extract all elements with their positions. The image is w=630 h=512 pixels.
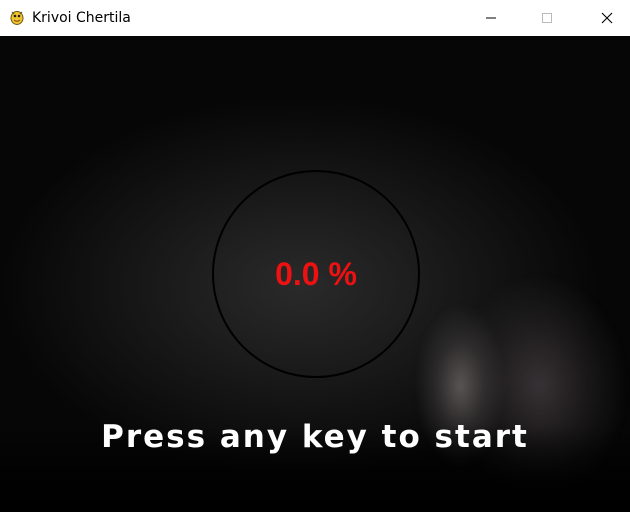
game-viewport[interactable]: 0.0 % Press any key to start — [0, 36, 630, 512]
minimize-icon — [485, 12, 497, 24]
game-window: Krivoi Chertila 0.0 % Press any key to s… — [0, 0, 630, 512]
maximize-icon — [541, 12, 553, 24]
pygame-snake-icon — [8, 8, 26, 26]
minimize-button[interactable] — [468, 0, 514, 36]
title-bar[interactable]: Krivoi Chertila — [0, 0, 630, 36]
start-prompt: Press any key to start — [101, 419, 529, 455]
close-button[interactable] — [584, 0, 630, 36]
close-icon — [601, 12, 613, 24]
maximize-button[interactable] — [524, 0, 570, 36]
window-title: Krivoi Chertila — [32, 10, 131, 26]
progress-percent: 0.0 % — [275, 256, 357, 292]
